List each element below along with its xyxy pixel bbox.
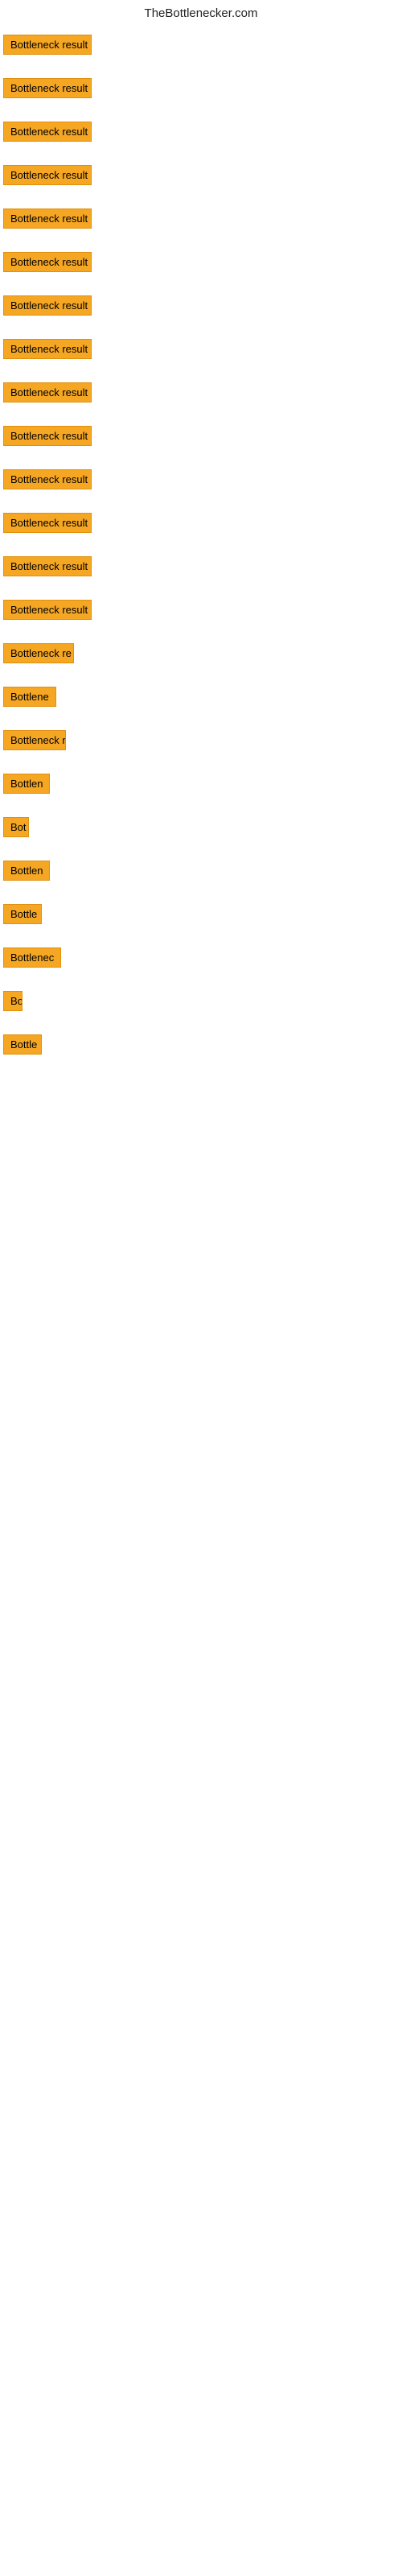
bottleneck-badge[interactable]: Bottleneck result bbox=[3, 469, 92, 489]
bottleneck-item: Bottleneck result bbox=[3, 247, 399, 291]
bottleneck-item: Bottlen bbox=[3, 856, 399, 899]
bottleneck-badge[interactable]: Bottleneck result bbox=[3, 600, 92, 620]
bottleneck-badge[interactable]: Bottle bbox=[3, 904, 42, 924]
bottleneck-item: Bottleneck result bbox=[3, 421, 399, 464]
bottleneck-item: Bottle bbox=[3, 1030, 399, 1073]
bottleneck-badge[interactable]: Bottleneck result bbox=[3, 122, 92, 142]
bottleneck-badge[interactable]: Bottleneck result bbox=[3, 339, 92, 359]
bottleneck-badge[interactable]: Bottleneck result bbox=[3, 513, 92, 533]
bottleneck-item: Bo bbox=[3, 986, 399, 1030]
bottleneck-badge[interactable]: Bottleneck result bbox=[3, 208, 92, 229]
bottleneck-item: Bottleneck result bbox=[3, 30, 399, 73]
bottleneck-badge[interactable]: Bottlen bbox=[3, 774, 50, 794]
bottleneck-badge[interactable]: Bottleneck result bbox=[3, 295, 92, 316]
bottleneck-item: Bottleneck result bbox=[3, 73, 399, 117]
bottleneck-badge[interactable]: Bot bbox=[3, 817, 29, 837]
bottleneck-item: Bot bbox=[3, 812, 399, 856]
bottleneck-item: Bottleneck re bbox=[3, 638, 399, 682]
bottleneck-badge[interactable]: Bottleneck result bbox=[3, 252, 92, 272]
bottleneck-badge[interactable]: Bottleneck result bbox=[3, 35, 92, 55]
items-container: Bottleneck result Bottleneck result Bottle… bbox=[0, 30, 402, 1073]
bottleneck-badge[interactable]: Bottleneck r bbox=[3, 730, 66, 750]
bottleneck-item: Bottleneck result bbox=[3, 334, 399, 378]
bottleneck-item: Bottleneck result bbox=[3, 378, 399, 421]
bottleneck-badge[interactable]: Bottleneck result bbox=[3, 556, 92, 576]
bottleneck-item: Bottleneck r bbox=[3, 725, 399, 769]
bottleneck-badge[interactable]: Bo bbox=[3, 991, 23, 1011]
bottleneck-item: Bottlen bbox=[3, 769, 399, 812]
bottleneck-item: Bottleneck result bbox=[3, 160, 399, 204]
bottleneck-item: Bottleneck result bbox=[3, 464, 399, 508]
bottleneck-badge[interactable]: Bottleneck re bbox=[3, 643, 74, 663]
bottleneck-item: Bottlenec bbox=[3, 943, 399, 986]
bottleneck-item: Bottleneck result bbox=[3, 595, 399, 638]
bottleneck-badge[interactable]: Bottleneck result bbox=[3, 165, 92, 185]
bottleneck-badge[interactable]: Bottlenec bbox=[3, 947, 61, 968]
site-header: TheBottlenecker.com bbox=[0, 0, 402, 30]
bottleneck-item: Bottleneck result bbox=[3, 204, 399, 247]
bottleneck-badge[interactable]: Bottlene bbox=[3, 687, 56, 707]
bottleneck-item: Bottlene bbox=[3, 682, 399, 725]
bottleneck-item: Bottleneck result bbox=[3, 117, 399, 160]
bottleneck-item: Bottleneck result bbox=[3, 291, 399, 334]
bottleneck-badge[interactable]: Bottleneck result bbox=[3, 382, 92, 402]
bottleneck-badge[interactable]: Bottleneck result bbox=[3, 78, 92, 98]
page-wrapper: TheBottlenecker.com Bottleneck resultBot… bbox=[0, 0, 402, 1073]
bottleneck-badge[interactable]: Bottle bbox=[3, 1034, 42, 1055]
bottleneck-badge[interactable]: Bottleneck result bbox=[3, 426, 92, 446]
bottleneck-item: Bottleneck result bbox=[3, 508, 399, 551]
bottleneck-item: Bottle bbox=[3, 899, 399, 943]
bottleneck-item: Bottleneck result bbox=[3, 551, 399, 595]
bottleneck-badge[interactable]: Bottlen bbox=[3, 861, 50, 881]
site-title: TheBottlenecker.com bbox=[145, 6, 258, 20]
